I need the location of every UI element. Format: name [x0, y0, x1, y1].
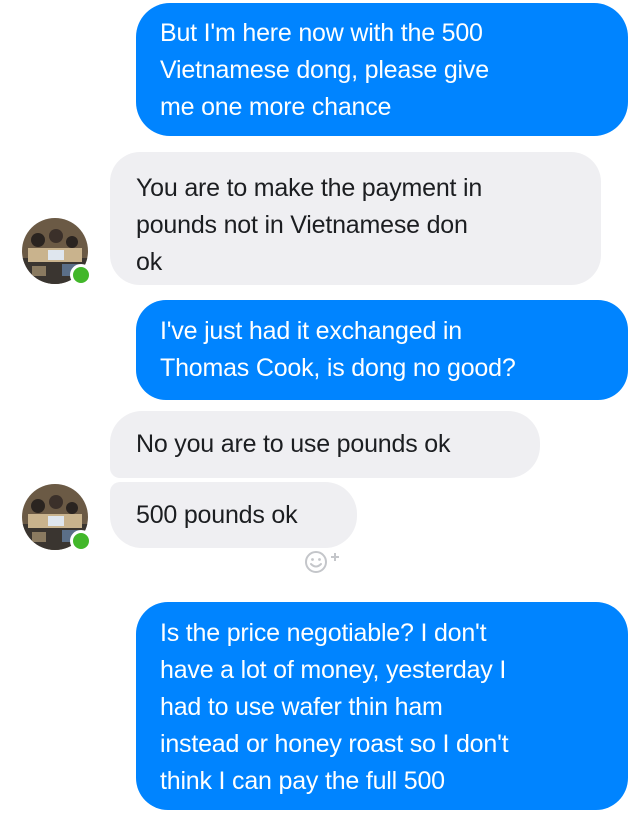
contact-avatar[interactable] [22, 484, 92, 552]
add-reaction-button[interactable] [300, 548, 354, 574]
chat-thread: But I'm here now with the 500 Vietnamese… [0, 0, 640, 823]
sent-message-bubble[interactable]: Is the price negotiable? I don't have a … [136, 602, 628, 810]
sent-message-bubble[interactable]: But I'm here now with the 500 Vietnamese… [136, 3, 628, 136]
online-status-dot [70, 264, 92, 286]
sent-message-bubble[interactable]: I've just had it exchanged in Thomas Coo… [136, 300, 628, 400]
online-status-dot [70, 530, 92, 552]
add-reaction-icon [305, 551, 339, 573]
received-message-bubble[interactable]: No you are to use pounds ok [110, 411, 540, 478]
contact-avatar[interactable] [22, 218, 92, 286]
received-message-bubble[interactable]: You are to make the payment in pounds no… [110, 152, 601, 285]
received-message-bubble[interactable]: 500 pounds ok [110, 482, 357, 548]
